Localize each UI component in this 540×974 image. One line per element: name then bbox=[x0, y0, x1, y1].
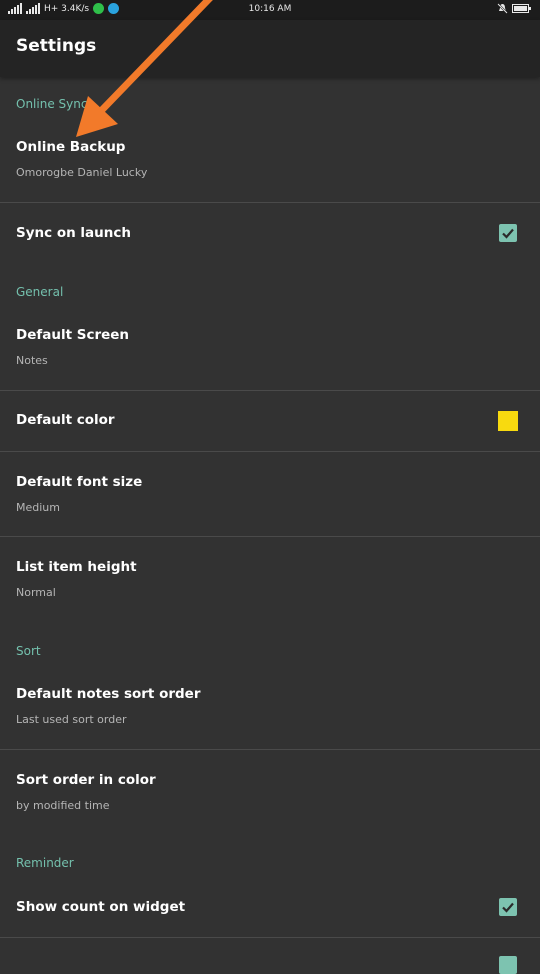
pref-summary: Omorogbe Daniel Lucky bbox=[16, 166, 148, 179]
pref-summary: Notes bbox=[16, 354, 48, 367]
page-title: Settings bbox=[16, 36, 97, 56]
check-icon bbox=[502, 228, 514, 239]
pref-title: Show count on widget bbox=[16, 899, 186, 915]
color-swatch[interactable] bbox=[498, 411, 518, 431]
pref-online-backup[interactable]: Online Backup Omorogbe Daniel Lucky bbox=[0, 124, 540, 202]
status-time: 10:16 AM bbox=[248, 4, 292, 14]
pref-summary: by modified time bbox=[16, 799, 110, 812]
pref-show-count-on-widget[interactable]: Show count on widget bbox=[0, 881, 540, 937]
next-checkbox[interactable] bbox=[499, 956, 517, 974]
pref-default-screen[interactable]: Default Screen Notes bbox=[0, 312, 540, 390]
pref-title: Online Backup bbox=[16, 139, 126, 155]
show-count-checkbox[interactable] bbox=[499, 898, 517, 916]
status-right bbox=[497, 3, 532, 14]
pref-summary: Medium bbox=[16, 501, 60, 514]
pref-title: Default notes sort order bbox=[16, 686, 201, 702]
pref-default-font-size[interactable]: Default font size Medium bbox=[0, 452, 540, 536]
app-toolbar: Settings bbox=[0, 20, 540, 77]
pref-title: Default color bbox=[16, 412, 115, 428]
pref-sort-order-in-color[interactable]: Sort order in color by modified time bbox=[0, 750, 540, 834]
status-bar: H+ 3.4K/s 10:16 AM bbox=[0, 0, 540, 20]
pref-default-color[interactable]: Default color bbox=[0, 391, 540, 451]
pref-title: Default font size bbox=[16, 474, 143, 490]
section-header-online-sync: Online Sync bbox=[16, 97, 88, 111]
pref-summary: Normal bbox=[16, 586, 56, 599]
pref-title: Default Screen bbox=[16, 327, 130, 343]
battery-icon bbox=[512, 4, 531, 13]
pref-sync-on-launch[interactable]: Sync on launch bbox=[0, 203, 540, 263]
pref-default-notes-sort-order[interactable]: Default notes sort order Last used sort … bbox=[0, 670, 540, 749]
pref-summary: Last used sort order bbox=[16, 713, 127, 726]
divider bbox=[0, 937, 540, 938]
pref-list-item-height[interactable]: List item height Normal bbox=[0, 537, 540, 621]
check-icon bbox=[502, 902, 514, 913]
section-header-general: General bbox=[16, 285, 64, 299]
sync-on-launch-checkbox[interactable] bbox=[499, 224, 517, 242]
mute-icon bbox=[497, 3, 508, 14]
pref-title: Sync on launch bbox=[16, 225, 131, 241]
section-header-sort: Sort bbox=[16, 644, 41, 658]
section-header-reminder: Reminder bbox=[16, 856, 74, 870]
pref-title: List item height bbox=[16, 559, 137, 575]
pref-title: Sort order in color bbox=[16, 772, 156, 788]
